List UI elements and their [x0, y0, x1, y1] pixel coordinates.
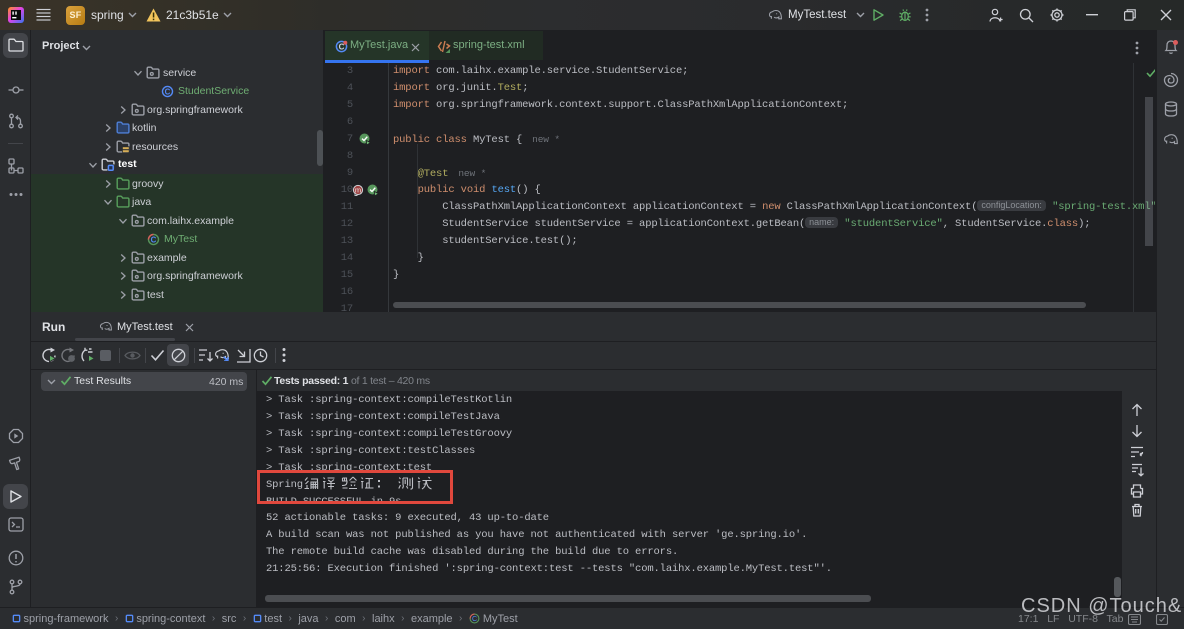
svg-text:m: m	[355, 186, 361, 195]
svg-text:C: C	[165, 87, 171, 96]
svg-text:C: C	[472, 616, 477, 623]
svg-text:C: C	[151, 235, 157, 244]
